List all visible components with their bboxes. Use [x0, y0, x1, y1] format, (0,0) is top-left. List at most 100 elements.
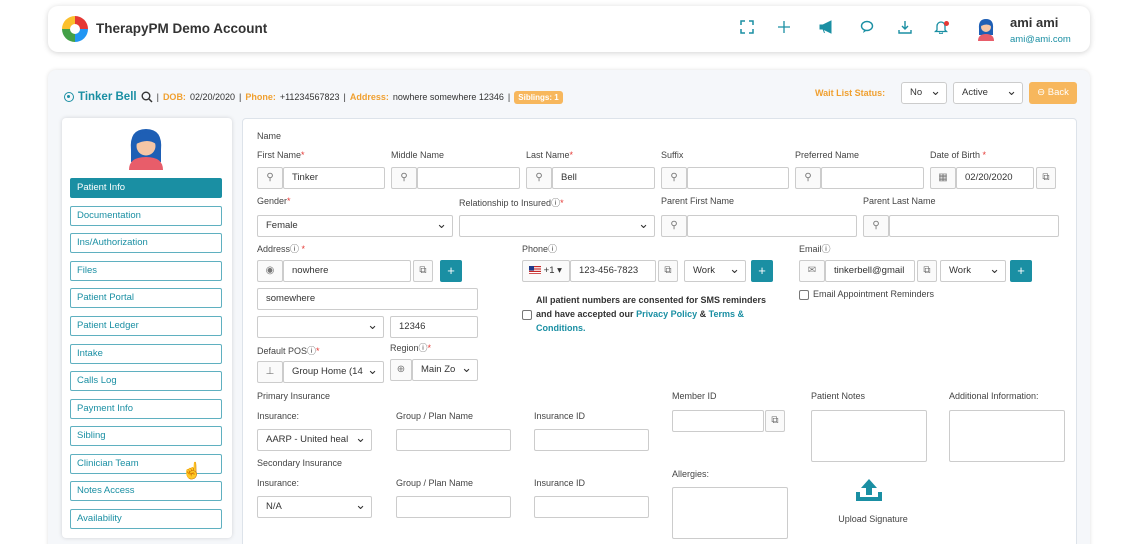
bell-icon[interactable] — [932, 20, 950, 38]
additional-info-textarea[interactable] — [949, 410, 1065, 462]
patient-avatar — [127, 126, 165, 170]
sms-consent-checkbox[interactable] — [522, 310, 532, 320]
state-select[interactable] — [257, 316, 384, 338]
last-name-input[interactable]: Bell — [552, 167, 655, 189]
privacy-policy-link[interactable]: Privacy Policy — [636, 309, 697, 319]
sidebar: Patient Info Documentation Ins/Authoriza… — [62, 118, 232, 538]
email-group: ✉ tinkerbell@gmail ⧉ — [799, 260, 937, 282]
sms-consent-text: All patient numbers are consented for SM… — [536, 293, 796, 335]
sidebar-item-notes-access[interactable]: Notes Access — [70, 481, 222, 501]
fullscreen-icon[interactable] — [738, 20, 756, 38]
status-select[interactable]: Active — [953, 81, 1023, 104]
sidebar-item-sibling[interactable]: Sibling — [70, 426, 222, 446]
pos-select[interactable]: Group Home (14 — [283, 361, 384, 383]
allergies-textarea[interactable] — [672, 487, 788, 539]
middle-name-input[interactable] — [417, 167, 520, 189]
separator: | — [343, 92, 346, 102]
chat-icon[interactable] — [858, 20, 876, 38]
phone-type-select[interactable]: Work — [684, 260, 746, 282]
add-address-button[interactable]: + — [440, 260, 462, 282]
relationship-select[interactable] — [459, 215, 655, 237]
phone-value: +11234567823 — [279, 92, 340, 102]
copy-icon[interactable]: ⧉ — [917, 260, 937, 282]
address-field-label: Addressⓘ * — [257, 244, 306, 254]
sidebar-item-availability[interactable]: Availability — [70, 509, 222, 529]
add-phone-button[interactable]: + — [751, 260, 773, 282]
person-icon: ⚲ — [661, 167, 687, 189]
sidebar-item-patient-portal[interactable]: Patient Portal — [70, 288, 222, 308]
dob-value: 02/20/2020 — [189, 92, 235, 102]
location-icon: ◉ — [257, 260, 283, 282]
app-title: TherapyPM Demo Account — [96, 21, 268, 36]
email-type-select[interactable]: Work — [940, 260, 1006, 282]
sidebar-item-intake[interactable]: Intake — [70, 344, 222, 364]
parent-first-input[interactable] — [687, 215, 857, 237]
secondary-insurance-select[interactable]: N/A — [257, 496, 372, 518]
preferred-name-input[interactable] — [821, 167, 924, 189]
dob-label: DOB: — [162, 92, 186, 102]
patient-notes-textarea[interactable] — [811, 410, 927, 462]
pos-group: ⊥ Group Home (14 — [257, 361, 384, 383]
sidebar-item-patient-info[interactable]: Patient Info — [70, 178, 222, 198]
parent-last-input[interactable] — [889, 215, 1059, 237]
person-icon: ⚲ — [863, 215, 889, 237]
country-code-select[interactable]: +1 ▾ — [522, 260, 570, 282]
secondary-group-plan-input[interactable] — [396, 496, 511, 518]
notification-dot — [944, 21, 949, 26]
sidebar-item-patient-ledger[interactable]: Patient Ledger — [70, 316, 222, 336]
avatar[interactable] — [977, 17, 995, 41]
primary-insurance-title: Primary Insurance — [257, 391, 331, 401]
region-select[interactable]: Main Zo — [412, 359, 478, 381]
megaphone-icon[interactable] — [818, 20, 836, 38]
add-email-button[interactable]: + — [1010, 260, 1032, 282]
dob-input[interactable]: 02/20/2020 — [956, 167, 1034, 189]
zip-input[interactable]: 12346 — [390, 316, 478, 338]
terms-link[interactable]: Terms & — [709, 309, 744, 319]
plus-icon[interactable] — [775, 20, 793, 38]
person-icon: ⚲ — [795, 167, 821, 189]
primary-insurance-select[interactable]: AARP - United heal — [257, 429, 372, 451]
group-plan-label: Group / Plan Name — [396, 478, 474, 488]
phone-label: Phone: — [245, 92, 276, 102]
globe-icon: ⊕ — [390, 359, 412, 381]
conditions-link[interactable]: Conditions. — [536, 323, 586, 333]
member-id-input[interactable] — [672, 410, 764, 432]
secondary-insurance-id-input[interactable] — [534, 496, 649, 518]
gender-select[interactable]: Female — [257, 215, 453, 237]
parent-first-group: ⚲ — [661, 215, 857, 237]
primary-insurance-id-input[interactable] — [534, 429, 649, 451]
user-name[interactable]: ami ami — [1010, 15, 1058, 30]
parent-last-label: Parent Last Name — [863, 196, 936, 206]
insurance-label: Insurance: — [257, 478, 300, 488]
back-label: Back — [1047, 87, 1069, 98]
back-button[interactable]: ⊖ Back — [1029, 82, 1077, 104]
first-name-input[interactable]: Tinker — [283, 167, 385, 189]
address2-input[interactable]: somewhere — [257, 288, 478, 310]
download-icon[interactable] — [896, 20, 914, 38]
patient-notes-label: Patient Notes — [811, 391, 866, 401]
wait-list-select[interactable]: No — [901, 81, 947, 104]
siblings-badge[interactable]: Siblings: 1 — [514, 90, 563, 104]
upload-signature-button[interactable]: Upload Signature — [828, 477, 918, 527]
sidebar-item-ins-authorization[interactable]: Ins/Authorization — [70, 233, 222, 253]
patient-form: Name First Name* Middle Name Last Name* … — [242, 118, 1077, 544]
address1-input[interactable]: nowhere — [283, 260, 411, 282]
copy-icon[interactable]: ⧉ — [658, 260, 678, 282]
copy-icon[interactable]: ⧉ — [413, 260, 433, 282]
primary-group-plan-input[interactable] — [396, 429, 511, 451]
email-input[interactable]: tinkerbell@gmail — [825, 260, 915, 282]
suffix-input[interactable] — [687, 167, 789, 189]
copy-icon[interactable]: ⧉ — [765, 410, 785, 432]
address-label: Address: — [349, 92, 389, 102]
expand-icon[interactable] — [64, 92, 74, 102]
copy-icon[interactable]: ⧉ — [1036, 167, 1056, 189]
sidebar-item-payment-info[interactable]: Payment Info — [70, 399, 222, 419]
sidebar-item-files[interactable]: Files — [70, 261, 222, 281]
dob-field-label: Date of Birth * — [930, 150, 987, 160]
email-reminders-checkbox[interactable] — [799, 290, 809, 300]
sidebar-item-documentation[interactable]: Documentation — [70, 206, 222, 226]
search-icon[interactable] — [141, 91, 153, 103]
insurance-id-label: Insurance ID — [534, 411, 586, 421]
sidebar-item-calls-log[interactable]: Calls Log — [70, 371, 222, 391]
phone-input[interactable]: 123-456-7823 — [570, 260, 656, 282]
